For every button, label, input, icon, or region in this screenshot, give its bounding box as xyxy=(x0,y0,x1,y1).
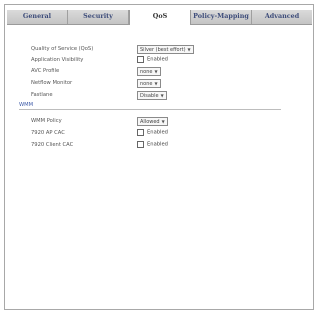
tab-policy-mapping[interactable]: Policy-Mapping xyxy=(191,10,252,24)
cac-7920-client-checkbox[interactable] xyxy=(137,141,144,148)
netflow-monitor-row: Netflow Monitor none ▼ xyxy=(17,79,307,88)
wmm-policy-select[interactable]: Allowed ▼ xyxy=(137,117,168,126)
cac-7920-ap-row: 7920 AP CAC Enabled xyxy=(17,129,307,138)
avc-profile-label: AVC Profile xyxy=(31,68,60,74)
cac-7920-ap-checkbox-label: Enabled xyxy=(147,129,168,136)
tab-qos[interactable]: QoS xyxy=(129,10,191,25)
wmm-section-title: WMM xyxy=(19,102,34,108)
app-visibility-label: Application Visibility xyxy=(31,57,84,63)
cac-7920-ap-label: 7920 AP CAC xyxy=(31,130,65,136)
qos-label: Quality of Service (QoS) xyxy=(31,46,94,52)
tab-bar: General Security QoS Policy-Mapping Adva… xyxy=(7,10,312,25)
tab-security[interactable]: Security xyxy=(68,10,129,24)
chevron-down-icon: ▼ xyxy=(160,93,164,98)
chevron-down-icon: ▼ xyxy=(154,69,158,74)
cac-7920-ap-checkbox[interactable] xyxy=(137,129,144,136)
fastlane-row: Fastlane Disable ▼ xyxy=(17,91,307,100)
wmm-policy-row: WMM Policy Allowed ▼ xyxy=(17,117,307,126)
qos-select[interactable]: Silver (best effort) ▼ xyxy=(137,45,194,54)
qos-select-value: Silver (best effort) xyxy=(140,47,186,53)
wmm-policy-label: WMM Policy xyxy=(31,118,62,124)
chevron-down-icon: ▼ xyxy=(161,119,165,124)
cac-7920-client-row: 7920 Client CAC Enabled xyxy=(17,141,307,150)
netflow-monitor-label: Netflow Monitor xyxy=(31,80,73,86)
cac-7920-client-checkbox-label: Enabled xyxy=(147,141,168,148)
wmm-divider xyxy=(19,109,281,110)
fastlane-select[interactable]: Disable ▼ xyxy=(137,91,167,100)
app-visibility-checkbox[interactable] xyxy=(137,56,144,63)
netflow-monitor-select[interactable]: none ▼ xyxy=(137,79,161,88)
avc-profile-select-value: none xyxy=(140,69,153,75)
tab-general[interactable]: General xyxy=(7,10,68,24)
chevron-down-icon: ▼ xyxy=(154,81,158,86)
fastlane-select-value: Disable xyxy=(140,93,159,99)
wmm-policy-select-value: Allowed xyxy=(140,119,160,125)
avc-profile-select[interactable]: none ▼ xyxy=(137,67,161,76)
tab-advanced[interactable]: Advanced xyxy=(252,10,312,24)
fastlane-label: Fastlane xyxy=(31,92,53,98)
netflow-monitor-select-value: none xyxy=(140,81,153,87)
wlan-edit-panel: General Security QoS Policy-Mapping Adva… xyxy=(4,4,314,310)
app-visibility-row: Application Visibility Enabled xyxy=(17,56,307,65)
avc-profile-row: AVC Profile none ▼ xyxy=(17,67,307,76)
cac-7920-client-label: 7920 Client CAC xyxy=(31,142,74,148)
qos-row: Quality of Service (QoS) Silver (best ef… xyxy=(17,45,307,54)
app-visibility-checkbox-label: Enabled xyxy=(147,56,168,63)
chevron-down-icon: ▼ xyxy=(187,47,191,52)
